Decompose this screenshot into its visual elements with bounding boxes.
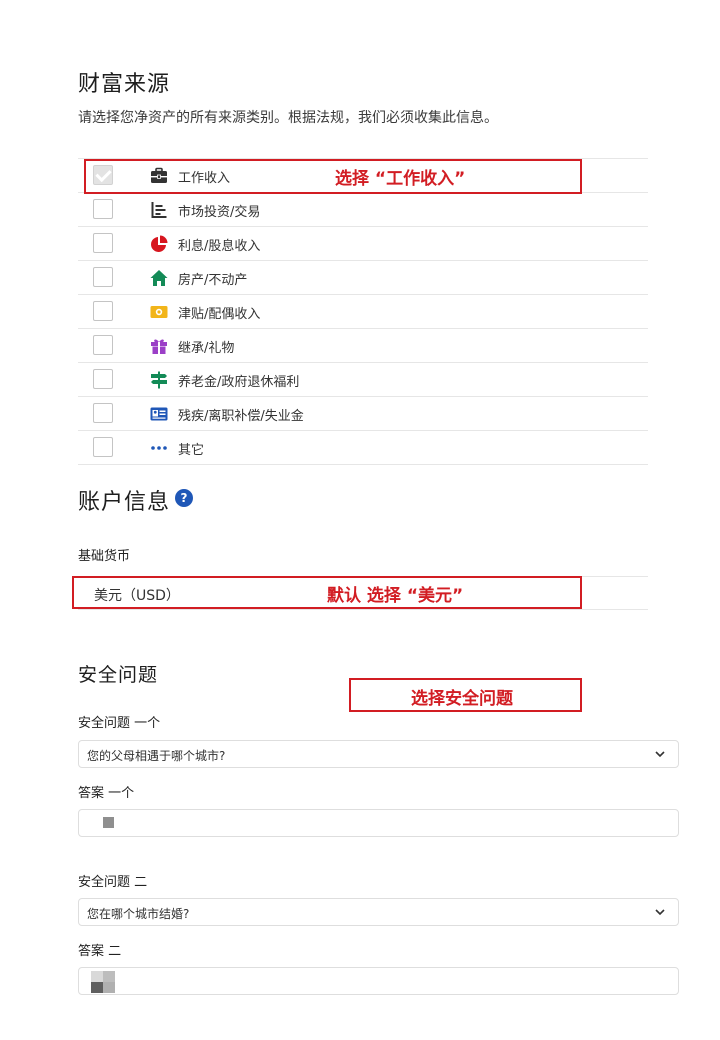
- pie-chart-icon: [151, 235, 168, 252]
- id-card-icon: [150, 407, 168, 421]
- help-icon[interactable]: ?: [175, 489, 193, 507]
- security-question-2-value: 您在哪个城市结婚?: [87, 907, 190, 921]
- answer-2-label: 答案 二: [78, 944, 122, 959]
- security-question-2-select[interactable]: 您在哪个城市结婚?: [78, 898, 679, 926]
- list-item-label: 其它: [178, 443, 205, 458]
- list-item[interactable]: 津贴/配偶收入: [78, 294, 648, 328]
- annotation-currency: 默认 选择 “美元”: [327, 586, 464, 606]
- wealth-source-description: 请选择您净资产的所有来源类别。根据法规，我们必须收集此信息。: [78, 110, 498, 126]
- annotation-work-income: 选择 “工作收入”: [335, 169, 466, 189]
- checkbox-real-estate[interactable]: [93, 267, 113, 287]
- list-item[interactable]: 残疾/离职补偿/失业金: [78, 396, 648, 430]
- checkbox-allowance[interactable]: [93, 301, 113, 321]
- house-icon: [150, 270, 168, 286]
- chevron-down-icon: [655, 909, 665, 916]
- list-item[interactable]: 利息/股息收入: [78, 226, 648, 260]
- base-currency-label: 基础货币: [78, 549, 131, 564]
- page: 财富来源 请选择您净资产的所有来源类别。根据法规，我们必须收集此信息。 工作收入…: [0, 0, 720, 1040]
- answer-1-input[interactable]: [78, 809, 679, 837]
- account-info-title: 账户信息: [78, 490, 171, 515]
- more-icon: [151, 446, 167, 450]
- checkbox-pension[interactable]: [93, 369, 113, 389]
- gift-icon: [151, 339, 167, 354]
- chevron-down-icon: [655, 751, 665, 758]
- security-question-1-label: 安全问题 一个: [78, 716, 161, 731]
- masked-answer: [103, 817, 114, 828]
- annotation-box-work-income: [84, 159, 582, 194]
- answer-1-label: 答案 一个: [78, 786, 135, 801]
- security-question-1-value: 您的父母相遇于哪个城市?: [87, 749, 226, 763]
- list-item[interactable]: 继承/礼物: [78, 328, 648, 362]
- list-item-label: 利息/股息收入: [178, 239, 261, 254]
- list-item-label: 残疾/离职补偿/失业金: [178, 409, 304, 424]
- list-item[interactable]: 市场投资/交易: [78, 192, 648, 226]
- checkbox-other[interactable]: [93, 437, 113, 457]
- answer-2-input[interactable]: [78, 967, 679, 995]
- list-item-label: 养老金/政府退休福利: [178, 375, 300, 390]
- list-item-label: 继承/礼物: [178, 341, 235, 356]
- checkbox-disability[interactable]: [93, 403, 113, 423]
- list-item-label: 房产/不动产: [178, 273, 248, 288]
- security-question-1-select[interactable]: 您的父母相遇于哪个城市?: [78, 740, 679, 768]
- cash-icon: [150, 306, 168, 318]
- wealth-source-title: 财富来源: [78, 72, 171, 97]
- annotation-security: 选择安全问题: [411, 689, 513, 709]
- checkbox-market-investment[interactable]: [93, 199, 113, 219]
- bar-chart-icon: [151, 202, 167, 218]
- list-item[interactable]: 其它: [78, 430, 648, 465]
- wealth-source-list: 工作收入 市场投资/交易 利息/股息收入 房产/不动产 津贴/配偶收入 继承/礼…: [78, 158, 648, 465]
- masked-answer: [91, 971, 115, 993]
- security-question-2-label: 安全问题 二: [78, 875, 148, 890]
- security-title: 安全问题: [78, 664, 159, 686]
- list-item[interactable]: 养老金/政府退休福利: [78, 362, 648, 396]
- signpost-icon: [151, 371, 167, 389]
- checkbox-interest-dividend[interactable]: [93, 233, 113, 253]
- list-item-label: 市场投资/交易: [178, 205, 261, 220]
- list-item[interactable]: 房产/不动产: [78, 260, 648, 294]
- list-item-label: 津贴/配偶收入: [178, 307, 261, 322]
- checkbox-inheritance[interactable]: [93, 335, 113, 355]
